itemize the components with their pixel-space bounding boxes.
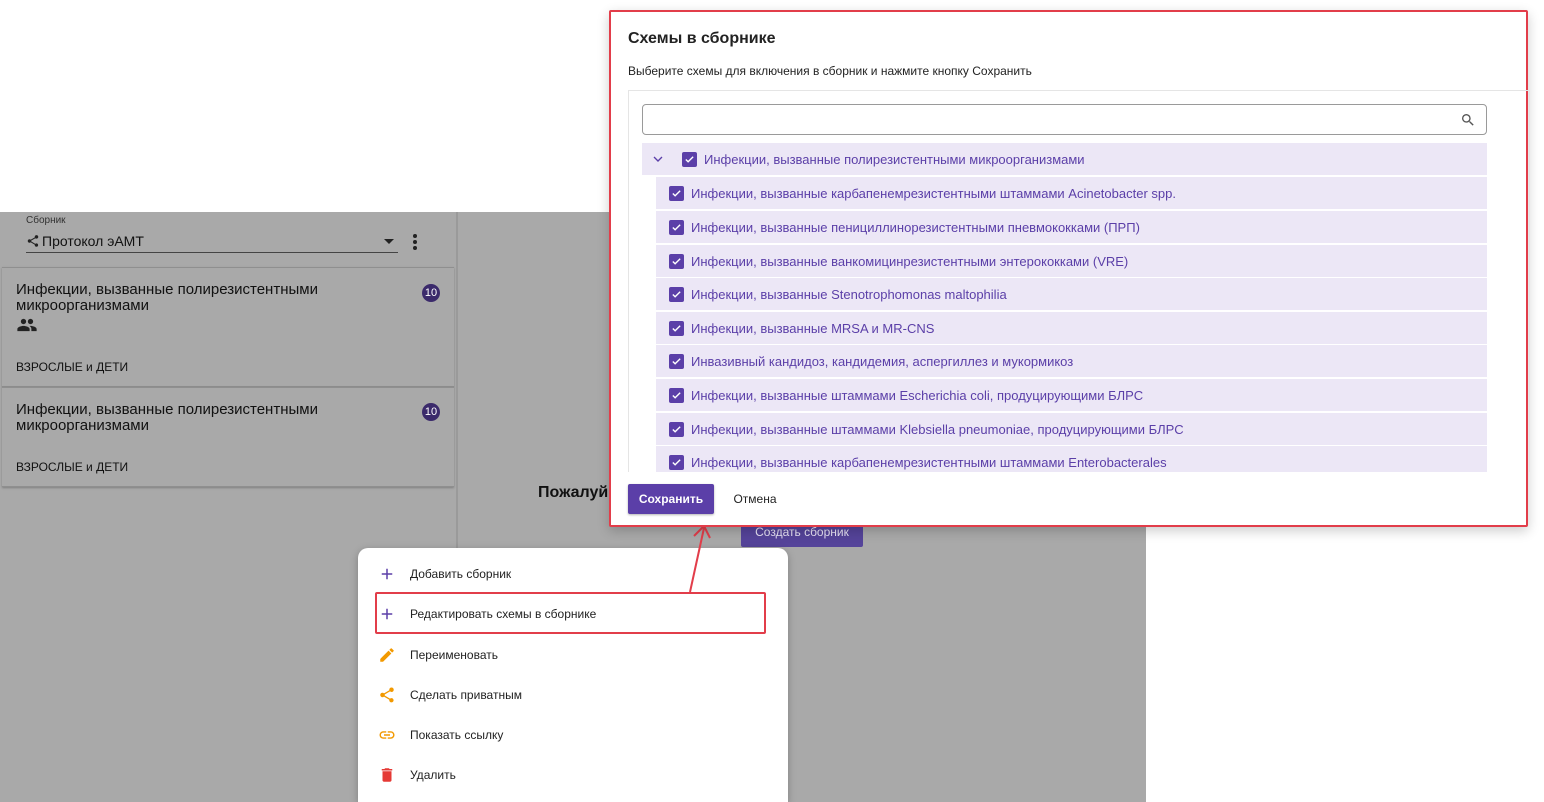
share-icon — [27, 235, 39, 247]
menu-item-label: Сделать приватным — [410, 688, 522, 702]
menu-item-label: Добавить сборник — [410, 567, 512, 581]
check-icon — [672, 223, 681, 231]
menu-item-make-private[interactable]: Сделать приватным — [378, 683, 522, 707]
trash-icon — [381, 768, 393, 782]
tree-node-child[interactable]: Инфекции, вызванные карбапенемрезистентн… — [656, 177, 1487, 209]
scheme-card[interactable]: Инфекции, вызванные полирезистентными ми… — [2, 387, 454, 487]
check-icon — [672, 324, 681, 332]
menu-item-label: Переименовать — [410, 648, 498, 662]
age-group-label: ВЗРОСЛЫЕ и ДЕТИ — [16, 360, 129, 374]
count-badge: 10 — [422, 284, 440, 302]
menu-item-rename[interactable]: Переименовать — [378, 643, 498, 667]
tree-node-label: Инфекции, вызванные ванкомицинрезистентн… — [691, 253, 1129, 269]
highlight-box — [375, 592, 766, 634]
collection-select[interactable]: Протокол эАМТ — [26, 230, 398, 253]
schemes-dialog: Схемы в сборнике Выберите схемы для вклю… — [609, 10, 1530, 527]
collection-label: Сборник — [26, 215, 66, 226]
collection-value: Протокол эАМТ — [42, 233, 144, 249]
check-icon — [672, 189, 681, 197]
tree-node-label: Инфекции, вызванные Stenotrophomonas mal… — [691, 286, 1007, 302]
people-icon — [17, 318, 37, 332]
checkbox[interactable] — [669, 286, 684, 302]
tree-node-root[interactable]: Инфекции, вызванные полирезистентными ми… — [642, 143, 1487, 175]
tree-node-label: Инфекции, вызванные полирезистентными ми… — [704, 151, 1085, 167]
checkbox[interactable] — [669, 387, 684, 403]
check-icon — [672, 290, 681, 298]
tree-node-label: Инфекции, вызванные MRSA и MR-CNS — [691, 320, 935, 336]
tree-node-child[interactable]: Инвазивный кандидоз, кандидемия, асперги… — [656, 345, 1487, 377]
checkbox[interactable] — [682, 151, 697, 167]
checkbox[interactable] — [669, 320, 684, 336]
tree-node-label: Инфекции, вызванные штаммами Klebsiella … — [691, 421, 1184, 437]
tree-node-child[interactable]: Инфекции, вызванные пенициллинорезистент… — [656, 211, 1487, 243]
search-input[interactable] — [642, 104, 1487, 135]
tree-node-child[interactable]: Инфекции, вызванные MRSA и MR-CNS — [656, 312, 1487, 344]
checkbox[interactable] — [669, 185, 684, 201]
card-title: Инфекции, вызванные полирезистентными ми… — [16, 281, 318, 314]
menu-item-label: Удалить — [410, 768, 456, 782]
save-button[interactable]: Сохранить — [628, 484, 714, 514]
dialog-title: Схемы в сборнике — [628, 30, 776, 47]
tree-node-child[interactable]: Инфекции, вызванные карбапенемрезистентн… — [656, 446, 1487, 472]
checkbox[interactable] — [669, 219, 684, 235]
annotation-arrow — [689, 524, 711, 593]
count-badge: 10 — [422, 403, 440, 421]
menu-item-show-link[interactable]: Показать ссылку — [378, 723, 503, 747]
tree-node-child[interactable]: Инфекции, вызванные ванкомицинрезистентн… — [656, 245, 1487, 277]
link-icon — [379, 731, 395, 739]
more-vert-icon[interactable] — [408, 233, 422, 251]
tree-node-label: Инфекции, вызванные штаммами Escherichia… — [691, 387, 1144, 403]
tree-node-label: Инфекции, вызванные карбапенемрезистентн… — [691, 185, 1176, 201]
dropdown-caret-icon — [384, 238, 394, 244]
card-title: Инфекции, вызванные полирезистентными ми… — [16, 401, 318, 434]
check-icon — [672, 391, 681, 399]
check-icon — [685, 155, 694, 163]
tree-node-child[interactable]: Инфекции, вызванные штаммами Escherichia… — [656, 379, 1487, 411]
share-icon — [380, 687, 394, 703]
check-icon — [672, 257, 681, 265]
check-icon — [672, 357, 681, 365]
search-icon — [1462, 114, 1474, 126]
menu-item-delete[interactable]: Удалить — [378, 763, 456, 787]
pencil-icon — [380, 648, 394, 662]
screen: Сборник Протокол эАМТ Инфекции, вызванны… — [0, 0, 1544, 802]
tree-node-label: Инфекции, вызванные карбапенемрезистентн… — [691, 454, 1167, 470]
tree-node-child[interactable]: Инфекции, вызванные Stenotrophomonas mal… — [656, 278, 1487, 310]
checkbox[interactable] — [669, 421, 684, 437]
age-group-label: ВЗРОСЛЫЕ и ДЕТИ — [16, 460, 129, 474]
checkbox[interactable] — [669, 454, 684, 470]
tree-node-label: Инфекции, вызванные пенициллинорезистент… — [691, 219, 1140, 235]
chevron-down-icon[interactable] — [650, 151, 666, 167]
checkbox[interactable] — [669, 253, 684, 269]
menu-item-add-collection[interactable]: Добавить сборник — [378, 562, 511, 586]
check-icon — [672, 458, 681, 466]
cancel-button[interactable]: Отмена — [725, 484, 785, 514]
empty-state-text: Пожалуй — [538, 484, 609, 501]
menu-item-label: Показать ссылку — [410, 728, 504, 742]
dialog-subtitle: Выберите схемы для включения в сборник и… — [628, 64, 1032, 78]
checkbox[interactable] — [669, 353, 684, 369]
tree-node-label: Инвазивный кандидоз, кандидемия, асперги… — [691, 353, 1074, 369]
scheme-card[interactable]: Инфекции, вызванные полирезистентными ми… — [2, 267, 454, 387]
check-icon — [672, 425, 681, 433]
tree-node-child[interactable]: Инфекции, вызванные штаммами Klebsiella … — [656, 413, 1487, 445]
plus-icon — [381, 568, 393, 580]
schemes-tree-panel: Инфекции, вызванные полирезистентными ми… — [628, 90, 1530, 472]
